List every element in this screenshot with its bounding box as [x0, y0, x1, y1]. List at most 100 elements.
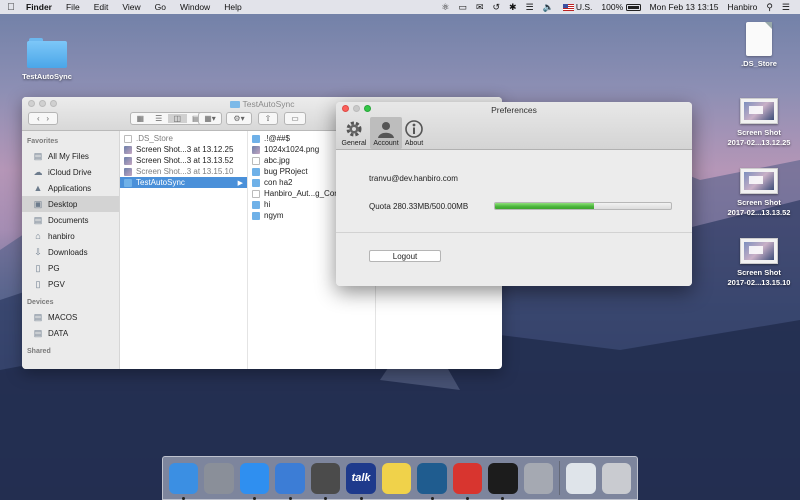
- keychain-icon[interactable]: [523, 462, 554, 494]
- disk-icon: ▤: [33, 327, 43, 338]
- folder-icon: [252, 211, 260, 220]
- stickies-icon[interactable]: [381, 462, 412, 494]
- user-menu[interactable]: Hanbiro: [728, 2, 758, 12]
- talk-icon[interactable]: talk: [346, 462, 376, 500]
- sidebar-item-desktop[interactable]: ▣ Desktop: [22, 196, 119, 212]
- safari-icon[interactable]: [239, 462, 270, 500]
- volume-icon[interactable]: 🔈: [543, 2, 554, 13]
- sidebar-item-applications[interactable]: ▲ Applications: [22, 180, 119, 196]
- list-view-icon[interactable]: ☰: [150, 114, 169, 123]
- mail-icon[interactable]: ✉: [476, 2, 484, 13]
- icon-view-icon[interactable]: ▦: [131, 114, 150, 123]
- tags-button[interactable]: ▭: [284, 112, 306, 125]
- sidebar-item-label: Desktop: [48, 199, 78, 209]
- desktop-folder-testautosync[interactable]: TestAutoSync: [14, 38, 80, 82]
- spotlight-icon[interactable]: ⚲: [766, 2, 773, 13]
- us-flag-icon: [562, 4, 574, 12]
- divider: [336, 232, 692, 233]
- desktop-screenshot-2[interactable]: Screen Shot 2017-02...13.13.52: [722, 168, 796, 218]
- back-arrow-icon[interactable]: ‹: [37, 114, 40, 123]
- action-button[interactable]: ⚙▾: [226, 112, 252, 125]
- menu-window[interactable]: Window: [173, 2, 217, 12]
- tab-about[interactable]: About: [402, 117, 426, 149]
- desktop-screenshot-1[interactable]: Screen Shot 2017-02...13.12.25: [722, 98, 796, 148]
- sidebar-item-label: All My Files: [48, 151, 89, 161]
- sidebar-item-hanbiro[interactable]: ⌂ hanbiro: [22, 228, 119, 244]
- launchpad-icon[interactable]: [204, 462, 234, 494]
- input-source-menu[interactable]: U.S.: [562, 2, 592, 12]
- preview-icon[interactable]: [566, 462, 596, 494]
- sidebar-item-icloud-drive[interactable]: ☁ iCloud Drive: [22, 164, 119, 180]
- notification-center-icon[interactable]: ☰: [782, 2, 790, 13]
- sidebar-item-documents[interactable]: ▤ Documents: [22, 212, 119, 228]
- battery-menu[interactable]: 100%: [601, 2, 641, 12]
- file-name: Screen Shot...3 at 13.13.52: [136, 156, 234, 165]
- applications-icon: ▲: [33, 182, 43, 193]
- finder-icon[interactable]: [169, 462, 199, 500]
- sublime-icon[interactable]: [310, 462, 341, 500]
- folder-icon: [252, 167, 260, 176]
- menu-help[interactable]: Help: [217, 2, 248, 12]
- apple-menu-icon[interactable]: : [0, 2, 22, 13]
- trash-icon[interactable]: [601, 462, 632, 494]
- arrange-icon: ▦▾: [204, 114, 216, 123]
- screenshot-thumbnail-icon: [740, 168, 778, 194]
- image-file-icon: [124, 145, 132, 154]
- file-name: ngym: [264, 211, 284, 220]
- dock-separator: [559, 461, 561, 495]
- sidebar-item-pgv[interactable]: ▯ PGV: [22, 276, 119, 292]
- document-icon: [252, 156, 260, 165]
- folder-icon: ▯: [35, 262, 41, 273]
- bluetooth-icon[interactable]: ✱: [509, 2, 517, 13]
- sidebar-item-macos[interactable]: ▤ MACOS: [22, 309, 119, 325]
- share-button[interactable]: ⇧: [258, 112, 278, 125]
- desktop-file-ds-store[interactable]: .DS_Store: [724, 22, 794, 69]
- file-row[interactable]: .DS_Store: [120, 133, 247, 144]
- menu-app-name[interactable]: Finder: [22, 2, 59, 12]
- forward-arrow-icon[interactable]: ›: [46, 114, 49, 123]
- cplus-icon[interactable]: [452, 462, 483, 500]
- desktop-screenshot-3[interactable]: Screen Shot 2017-02...13.15.10: [722, 238, 796, 288]
- arrange-button[interactable]: ▦▾: [198, 112, 222, 125]
- preferences-toolbar: Preferences General Account About: [336, 102, 692, 150]
- xcode-icon[interactable]: [275, 462, 305, 500]
- column-view-icon[interactable]: ◫: [168, 114, 187, 123]
- gear-icon: ⚙▾: [233, 114, 245, 123]
- clock[interactable]: Mon Feb 13 13:15: [650, 2, 719, 12]
- file-row[interactable]: Screen Shot...3 at 13.15.10: [120, 166, 247, 177]
- folder-icon: [229, 101, 240, 109]
- view-mode-buttons[interactable]: ▦ ☰ ◫ ▤: [130, 112, 206, 125]
- tab-account[interactable]: Account: [370, 117, 402, 149]
- account-pane: tranvu@dev.hanbiro.com Quota 280.33MB/50…: [336, 150, 692, 286]
- folder-icon: [27, 38, 67, 68]
- menu-file[interactable]: File: [59, 2, 87, 12]
- sidebar-item-downloads[interactable]: ⇩ Downloads: [22, 244, 119, 260]
- sidebar-item-label: DATA: [48, 328, 69, 338]
- menu-view[interactable]: View: [115, 2, 147, 12]
- time-machine-icon[interactable]: ↺: [493, 2, 501, 13]
- file-name: Hanbiro_Aut...g_Cor: [264, 189, 337, 198]
- cloud-icon: ☁: [33, 166, 43, 177]
- airplay-icon[interactable]: ▭: [458, 2, 467, 13]
- sidebar-item-pg[interactable]: ▯ PG: [22, 260, 119, 276]
- wifi-icon[interactable]: ☰: [526, 2, 534, 13]
- sourcetree-icon[interactable]: [417, 462, 447, 500]
- menu-go[interactable]: Go: [148, 2, 173, 12]
- menu-edit[interactable]: Edit: [87, 2, 116, 12]
- gear-icon: [343, 119, 365, 139]
- file-name: Screen Shot...3 at 13.12.25: [136, 145, 234, 154]
- sidebar-item-label: Documents: [48, 215, 89, 225]
- tab-general[interactable]: General: [340, 117, 368, 149]
- folder-row-selected[interactable]: TestAutoSync ▶: [120, 177, 247, 188]
- file-row[interactable]: Screen Shot...3 at 13.12.25: [120, 144, 247, 155]
- sidebar-item-data[interactable]: ▤ DATA: [22, 325, 119, 341]
- logout-button[interactable]: Logout: [369, 250, 441, 262]
- file-name: .DS_Store: [136, 134, 173, 143]
- sidebar-item-label: Downloads: [48, 247, 88, 257]
- back-forward-buttons[interactable]: ‹ ›: [28, 112, 58, 125]
- sync-status-icon[interactable]: ⚛: [441, 2, 449, 13]
- sidebar-item-all-my-files[interactable]: ▤ All My Files: [22, 148, 119, 164]
- terminal-icon[interactable]: [488, 462, 518, 500]
- file-name: hi: [264, 200, 271, 209]
- file-row[interactable]: Screen Shot...3 at 13.13.52: [120, 155, 247, 166]
